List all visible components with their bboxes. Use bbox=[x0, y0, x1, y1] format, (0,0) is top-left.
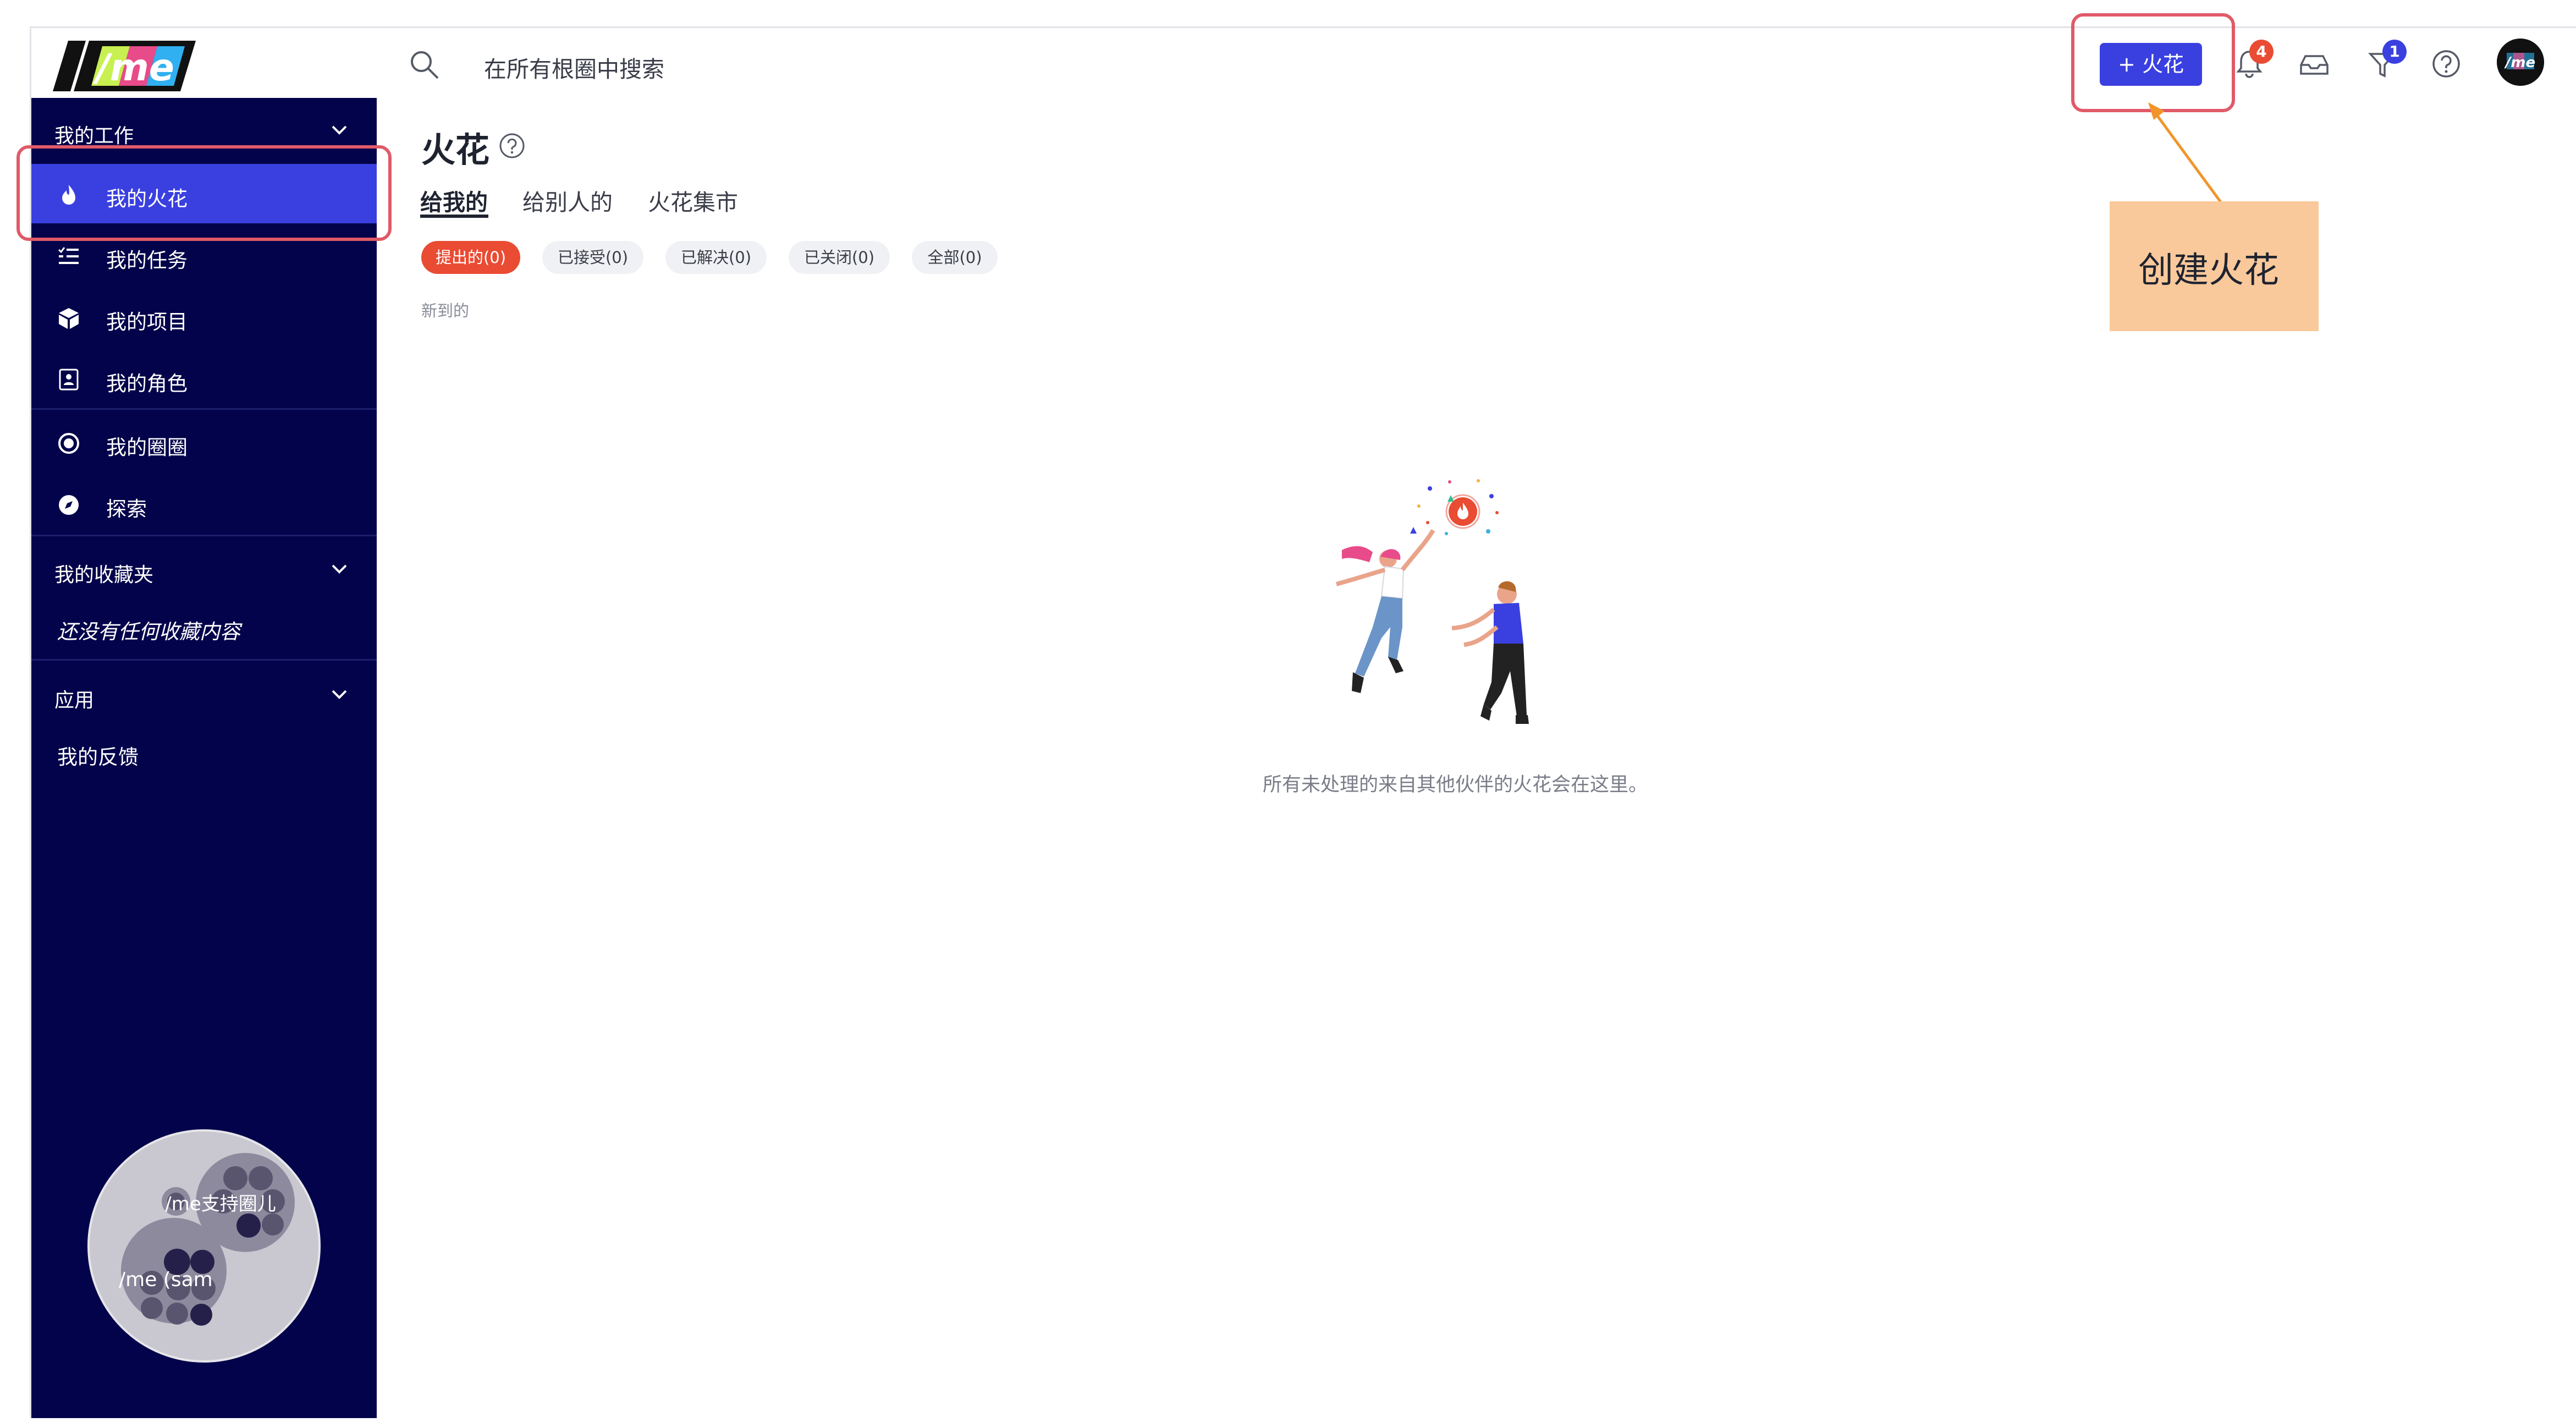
tab-active-underline bbox=[420, 215, 488, 218]
page-title: 火花 bbox=[421, 130, 490, 170]
svg-text:/me: /me bbox=[2504, 54, 2535, 71]
inbox-icon[interactable] bbox=[2298, 48, 2331, 81]
section-my-work-title: 我的工作 bbox=[54, 125, 134, 147]
help-icon[interactable] bbox=[498, 132, 526, 160]
sidebar-divider bbox=[31, 535, 377, 536]
tab-to-me[interactable]: 给我的 bbox=[420, 184, 488, 217]
cube-icon bbox=[59, 308, 79, 329]
section-favorites[interactable]: 我的收藏夹 bbox=[31, 547, 377, 591]
filter-chip-accepted[interactable]: 已接受(0) bbox=[542, 241, 643, 274]
section-apps[interactable]: 应用 bbox=[31, 672, 377, 716]
circle-target-icon bbox=[58, 433, 79, 454]
annotation-note-text: 创建火花 bbox=[2138, 250, 2279, 291]
sidebar-divider bbox=[31, 659, 377, 661]
create-spark-button[interactable]: + 火花 bbox=[2100, 43, 2202, 86]
filter-chip-closed[interactable]: 已关闭(0) bbox=[789, 241, 890, 274]
new-arrivals-caption: 新到的 bbox=[421, 301, 470, 320]
sidebar-item-label: 我的角色 bbox=[106, 372, 188, 396]
tab-to-others[interactable]: 给别人的 bbox=[522, 184, 613, 217]
sidebar-item-my-projects[interactable]: 我的项目 bbox=[31, 287, 377, 347]
notifications-badge: 4 bbox=[2249, 40, 2274, 64]
section-favorites-title: 我的收藏夹 bbox=[54, 564, 154, 586]
sidebar-item-my-circles[interactable]: 我的圈圈 bbox=[31, 413, 377, 472]
sidebar-divider bbox=[31, 408, 377, 410]
sidebar-item-label: 我的圈圈 bbox=[106, 436, 188, 459]
filter-chip-resolved[interactable]: 已解决(0) bbox=[665, 241, 767, 274]
compass-icon bbox=[59, 495, 79, 515]
empty-state-message: 所有未处理的来自其他伙伴的火花会在这里。 bbox=[1263, 774, 1648, 796]
app-logo[interactable]: /me bbox=[53, 41, 196, 91]
chevron-down-icon[interactable] bbox=[328, 558, 350, 580]
search-icon[interactable] bbox=[408, 48, 441, 81]
search-input[interactable]: 在所有根圈中搜索 bbox=[484, 51, 664, 84]
circle-label-sam: /me (sam bbox=[119, 1268, 213, 1291]
highlight-active-nav bbox=[16, 145, 392, 241]
section-apps-title: 应用 bbox=[54, 689, 95, 712]
filter-chip-proposed[interactable]: 提出的(0) bbox=[421, 241, 520, 274]
filter-badge: 1 bbox=[2382, 40, 2407, 64]
help-icon[interactable] bbox=[2430, 47, 2463, 80]
empty-state-illustration bbox=[1335, 479, 1529, 724]
sidebar-item-label: 探索 bbox=[106, 497, 147, 521]
logo-text: /me bbox=[92, 46, 174, 90]
chevron-down-icon[interactable] bbox=[328, 119, 350, 141]
sidebar-item-label: 我的项目 bbox=[106, 310, 188, 334]
avatar[interactable]: /me bbox=[2497, 39, 2544, 86]
sidebar-item-my-feedback[interactable]: 我的反馈 bbox=[57, 740, 139, 770]
tasks-icon bbox=[58, 247, 79, 264]
tab-spark-market[interactable]: 火花集市 bbox=[648, 184, 738, 217]
annotation-arrow bbox=[2148, 102, 2223, 205]
chevron-down-icon[interactable] bbox=[328, 683, 350, 705]
avatar-logo-icon: /me bbox=[2497, 39, 2544, 86]
circles-map[interactable]: /me支持圈儿 /me (sam bbox=[86, 1128, 322, 1364]
favorites-empty-text: 还没有任何收藏内容 bbox=[57, 620, 240, 644]
role-card-icon bbox=[59, 369, 79, 391]
sidebar-item-label: 我的任务 bbox=[106, 249, 188, 272]
sidebar-item-explore[interactable]: 探索 bbox=[31, 474, 377, 534]
sidebar-item-my-roles[interactable]: 我的角色 bbox=[31, 349, 377, 408]
filter-chip-all[interactable]: 全部(0) bbox=[912, 241, 998, 274]
circle-label-support: /me支持圈儿 bbox=[165, 1193, 276, 1215]
